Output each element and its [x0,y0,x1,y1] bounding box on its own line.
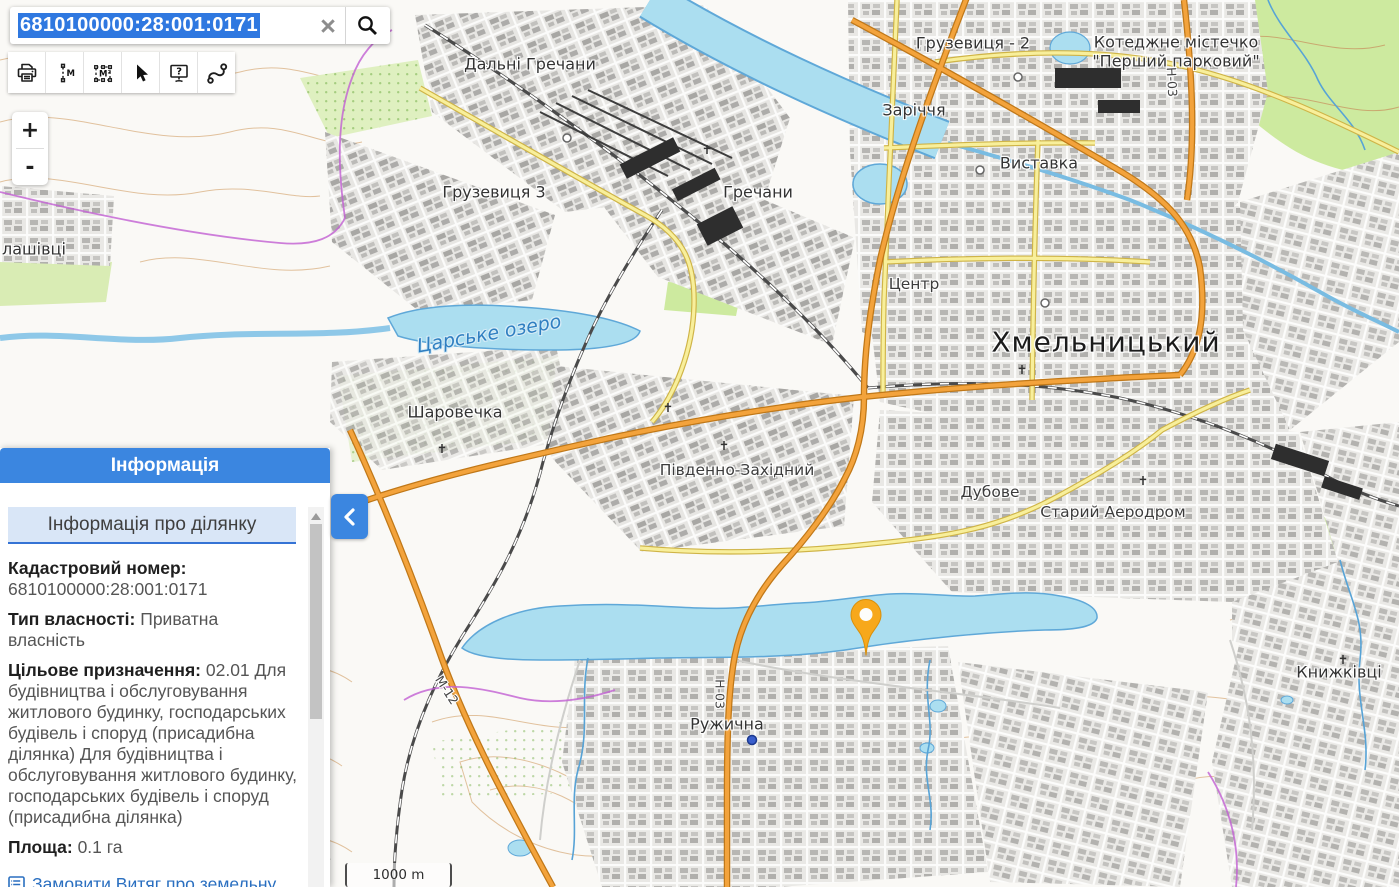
search-icon [355,13,381,39]
parcel-fields: Кадастровий номер: 6810100000:28:001:017… [8,558,300,858]
route-button[interactable] [198,52,235,93]
zoom-control: + - [12,112,48,185]
svg-text:M²: M² [99,69,111,79]
help-button[interactable]: ? [160,52,198,93]
cursor-icon [129,61,153,85]
map-toolbar: M M² ? [8,52,235,93]
list-icon [8,876,25,887]
zoom-out-button[interactable]: - [12,149,48,185]
route-icon [205,61,229,85]
panel-collapse-button[interactable] [331,494,368,539]
info-panel-header: Інформація [0,448,330,483]
field-ownership-type: Тип власності: Приватна власність [8,609,300,651]
measure-area-icon: M² [91,61,115,85]
info-panel: Інформація Інформація про ділянку Кадаст… [0,448,330,887]
field-designated-purpose: Цільове призначення: 02.01 Для будівницт… [8,660,300,828]
search-bar[interactable]: 6810100000:28:001:0171 × [10,7,390,44]
info-panel-body: Інформація про ділянку Кадастровий номер… [0,507,330,887]
zoom-in-button[interactable]: + [12,112,48,148]
svg-text:?: ? [176,66,182,77]
parcel-info-tab[interactable]: Інформація про ділянку [8,507,296,544]
scrollbar-up-arrow[interactable] [311,513,321,520]
chevron-left-icon [340,503,360,531]
scrollbar-thumb[interactable] [310,524,322,719]
measure-distance-button[interactable]: M [46,52,84,93]
clear-search-icon[interactable]: × [311,9,345,43]
cursor-select-button[interactable] [122,52,160,93]
field-cadastral-number: Кадастровий номер: 6810100000:28:001:017… [8,558,300,600]
panel-scrollbar[interactable] [308,507,324,887]
help-monitor-icon: ? [167,61,191,85]
measure-distance-icon: M [53,61,77,85]
field-area: Площа: 0.1 га [8,837,300,858]
measure-area-button[interactable]: M² [84,52,122,93]
parcel-links: Замовити Витяг про земельну ділянку Інфо… [8,874,300,887]
link-order-extract[interactable]: Замовити Витяг про земельну ділянку [8,874,300,887]
printer-icon [15,61,39,85]
parcel-marker-pin[interactable] [848,598,884,659]
link-text[interactable]: Замовити Витяг про земельну ділянку [32,874,300,887]
search-input[interactable]: 6810100000:28:001:0171 [18,13,260,38]
search-button[interactable] [346,7,390,44]
svg-text:M: M [66,69,74,79]
scale-bar: 1000 m [345,863,452,887]
print-button[interactable] [8,52,46,93]
